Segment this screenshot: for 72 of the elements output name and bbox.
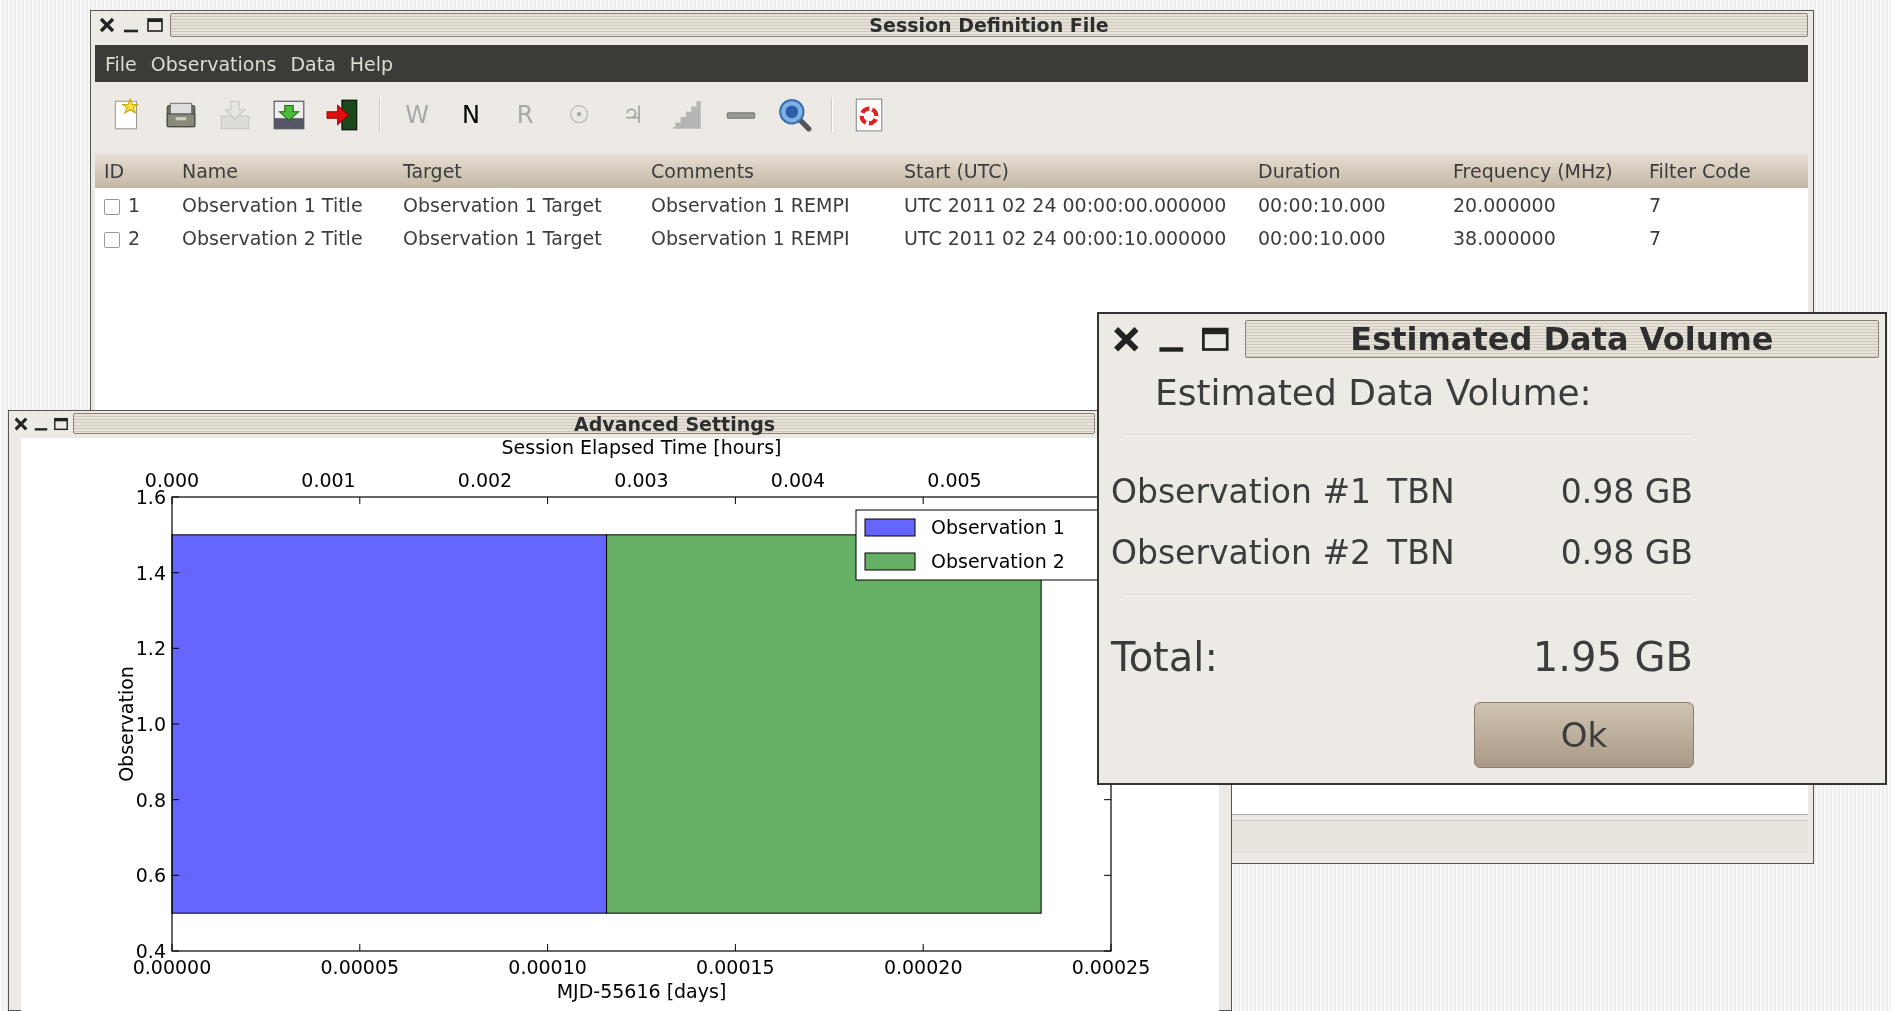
column-header[interactable]: Start (UTC) [904,160,1258,182]
row-checkbox[interactable] [104,231,120,248]
ok-button[interactable]: Ok [1474,702,1694,768]
window-title: Advanced Settings [574,412,776,435]
top-tick-label: 0.004 [770,469,826,491]
observation-name: Observation #1 [1111,472,1372,511]
top-tick-label: 0.005 [927,469,982,491]
window-title: Estimated Data Volume [1350,320,1774,358]
window-title: Session Definition File [869,14,1109,36]
close-icon[interactable] [13,415,29,432]
x-tick-label: 0.00010 [508,956,587,978]
y-axis-title: Observation [115,666,137,782]
total-label: Total: [1111,634,1218,680]
legend-label: Observation 1 [931,516,1065,538]
table-cell-text: 38.000000 [1453,226,1557,249]
title-bar[interactable]: Session Definition File [170,13,1808,37]
column-header[interactable]: ID [104,160,182,182]
maximize-icon[interactable] [146,16,164,34]
menu-item[interactable]: Data [284,52,342,75]
title-bar[interactable]: Estimated Data Volume [1244,320,1879,358]
observation-mode: TBN [1387,472,1455,511]
table-cell-text: Observation 1 Target [403,193,603,216]
table-cell-text: Observation 1 Target [403,226,603,249]
table-cell-text: UTC 2011 02 24 00:00:00.000000 [904,193,1228,216]
table-cell-text: Observation 1 Title [182,193,364,216]
table-cell-text: 7 [1649,226,1663,249]
column-header[interactable]: Target [403,160,651,182]
observation-size: 0.98 GB [1559,533,1693,572]
y-tick-label: 1.4 [135,561,166,584]
column-header[interactable]: Frequency (MHz) [1453,160,1649,182]
table-cell-text: 00:00:10.000 [1258,193,1387,216]
top-axis-title: Session Elapsed Time [hours] [501,438,782,458]
table-cell-text: UTC 2011 02 24 00:00:10.000000 [904,226,1228,249]
toolbar-icon[interactable] [777,97,813,133]
x-tick-label: 0.00005 [320,956,400,978]
top-tick-label: 0.003 [614,469,669,491]
menu-item[interactable]: Observations [144,52,283,75]
top-tick-label: 0.002 [457,469,513,491]
table-cell-text: 7 [1649,193,1663,216]
y-tick-label: 1.0 [135,713,166,735]
close-icon[interactable] [98,16,116,34]
legend-label: Observation 2 [931,550,1065,572]
x-tick-label: 0.00020 [883,956,963,978]
maximize-icon[interactable] [53,415,69,432]
y-tick-label: 0.8 [135,788,166,811]
table-cell: 2 [128,226,141,249]
menu-item[interactable]: Help [343,52,400,75]
toolbar-button[interactable]: N [453,101,489,129]
dialog-heading: Estimated Data Volume: [1154,371,1593,415]
table-cell-text: Observation 2 Title [182,226,364,249]
y-tick-label: 0.6 [135,864,166,887]
x-tick-label: 0.00015 [696,956,775,978]
table-cell-text: 00:00:10.000 [1258,226,1387,249]
row-checkbox[interactable] [104,198,120,215]
x-axis-title: MJD-55616 [days] [556,980,727,1002]
column-header[interactable]: Name [182,160,403,182]
menu-item[interactable]: File [99,52,143,75]
x-tick-label: 0.00025 [1071,956,1151,978]
table-cell-text: 20.000000 [1453,193,1557,216]
top-tick-label: 0.001 [301,469,356,491]
y-tick-label: 1.2 [135,637,166,660]
column-header[interactable]: Comments [651,160,904,182]
table-cell-text: Observation 1 REMPI [651,193,851,216]
total-size: 1.95 GB [1532,634,1693,680]
column-header[interactable]: Filter Code [1649,160,1808,182]
observation-name: Observation #2 [1111,533,1372,572]
table-cell-text: Observation 1 REMPI [651,226,851,249]
table-cell: 1 [128,193,141,216]
title-bar[interactable]: Advanced Settings [73,413,1095,434]
column-header[interactable]: Duration [1258,160,1453,182]
observation-size: 0.98 GB [1559,472,1693,511]
observation-mode: TBN [1387,533,1455,572]
